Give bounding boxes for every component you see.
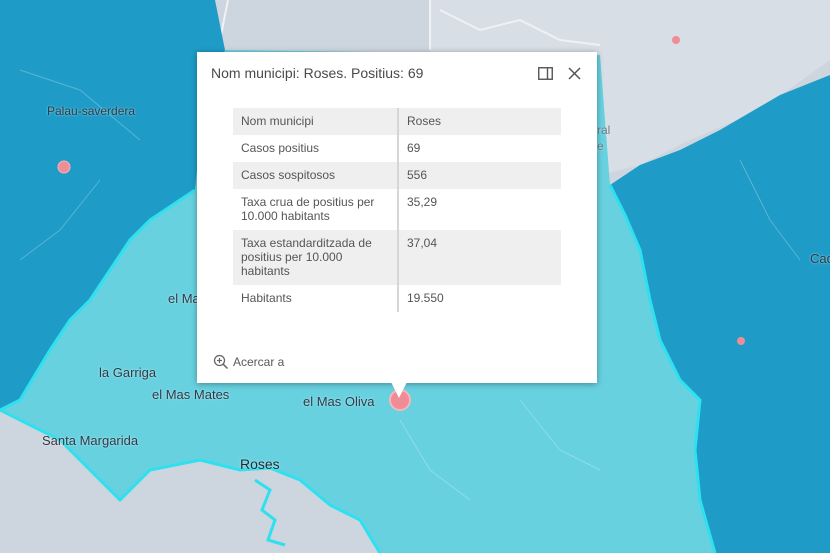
close-icon: [567, 66, 581, 80]
place-label: el Mas Oliva: [303, 394, 375, 409]
attribute-value: 37,04: [398, 230, 561, 285]
attribute-key: Taxa crua de positius per 10.000 habitan…: [233, 189, 399, 230]
dock-icon: [537, 66, 553, 80]
place-label: Palau-saverdera: [47, 104, 136, 118]
attribute-key: Casos positius: [233, 135, 399, 162]
place-label: Santa Margarida: [42, 433, 139, 448]
place-label: el Ma: [168, 291, 200, 306]
attribute-key: Casos sospitosos: [233, 162, 399, 189]
place-label: la Garriga: [99, 365, 157, 380]
zoom-in-icon: [213, 354, 229, 370]
attribute-key: Taxa estandarditzada de positius per 10.…: [233, 230, 399, 285]
place-label: Roses: [240, 456, 280, 472]
place-label: Cad: [810, 251, 830, 266]
place-label: el Mas Mates: [152, 387, 230, 402]
zoom-to-button[interactable]: Acercar a: [213, 354, 284, 370]
attribute-key: Habitants: [233, 285, 399, 312]
attribute-value: Roses: [398, 108, 561, 135]
table-row: Nom municipi Roses: [233, 108, 561, 135]
attribute-value: 19.550: [398, 285, 561, 312]
table-row: Taxa crua de positius per 10.000 habitan…: [233, 189, 561, 230]
table-row: Habitants 19.550: [233, 285, 561, 312]
place-label: e: [597, 139, 604, 153]
place-label: ral: [597, 123, 611, 137]
zoom-to-label: Acercar a: [233, 355, 285, 369]
attribute-value: 35,29: [398, 189, 561, 230]
table-row: Casos positius 69: [233, 135, 561, 162]
popup-title: Nom municipi: Roses. Positius: 69: [211, 65, 424, 81]
attribute-value: 69: [398, 135, 561, 162]
table-row: Taxa estandarditzada de positius per 10.…: [233, 230, 561, 285]
attribute-value: 556: [398, 162, 561, 189]
table-row: Casos sospitosos 556: [233, 162, 561, 189]
feature-popup: Nom municipi: Roses. Positius: 69 Nom mu…: [197, 52, 597, 383]
case-point-marker[interactable]: [57, 160, 71, 174]
dock-button[interactable]: [536, 64, 554, 82]
case-point-marker[interactable]: [672, 36, 680, 44]
popup-pointer: [391, 382, 407, 398]
case-point-marker[interactable]: [737, 337, 745, 345]
close-button[interactable]: [565, 64, 583, 82]
attribute-table: Nom municipi Roses Casos positius 69 Cas…: [233, 108, 561, 312]
attribute-key: Nom municipi: [233, 108, 399, 135]
